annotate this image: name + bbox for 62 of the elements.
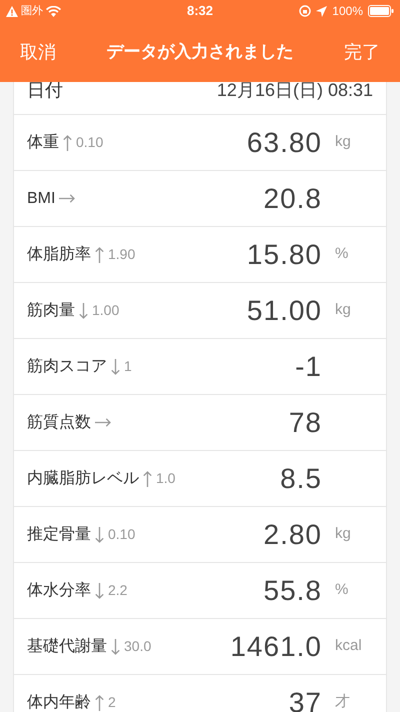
change-value: 30.0 — [124, 637, 152, 656]
wifi-icon — [46, 6, 61, 16]
up-arrow-icon — [143, 470, 152, 486]
metric-label: 内臓脂肪レベル — [27, 468, 139, 488]
down-arrow-icon — [95, 582, 104, 598]
metric-value: 55.8 — [264, 574, 322, 608]
cancel-button[interactable]: 取消 — [20, 38, 56, 66]
clock-text: 8:32 — [186, 2, 214, 20]
metric-label: BMI — [27, 188, 56, 208]
change-value: 0.10 — [108, 525, 136, 544]
down-arrow-icon — [79, 302, 88, 318]
metric-value: 15.80 — [246, 238, 322, 272]
metric-label: 体脂肪率 — [27, 244, 91, 264]
carrier-text: 圏外 — [21, 4, 43, 19]
right-arrow-icon — [95, 418, 111, 427]
battery-percent: 100% — [332, 3, 363, 20]
change-value: 1.90 — [108, 245, 136, 264]
metric-value: 51.00 — [246, 294, 322, 328]
change-value: 1.00 — [92, 301, 120, 320]
change-value: 2.2 — [108, 581, 128, 600]
change-value: 0.10 — [76, 133, 104, 152]
date-label: 日付 — [27, 82, 63, 100]
unit-label: kg — [335, 132, 351, 152]
metric-label: 体重 — [27, 132, 59, 152]
metric-value: 2.80 — [264, 518, 322, 552]
unit-label: kcal — [335, 636, 362, 656]
metric-value: 78 — [288, 406, 322, 440]
warning-icon — [6, 6, 18, 16]
metric-label: 推定骨量 — [27, 524, 91, 544]
metric-label: 体水分率 — [27, 580, 91, 600]
metric-value: 63.80 — [246, 126, 322, 160]
metric-label: 基礎代謝量 — [27, 636, 107, 656]
up-arrow-icon — [95, 694, 104, 710]
metric-value: 37 — [288, 686, 322, 712]
change-value: 1.0 — [156, 469, 176, 488]
date-value: 12月16日(日) 08:31 — [216, 82, 373, 100]
right-arrow-icon — [59, 194, 76, 203]
screen-title: データが入力されました — [106, 41, 294, 64]
metric-label: 体内年齢 — [27, 692, 91, 712]
unit-label: % — [335, 244, 348, 264]
unit-label: kg — [335, 300, 351, 320]
done-button[interactable]: 完了 — [344, 38, 380, 66]
unit-label: kg — [335, 524, 351, 544]
battery-icon — [368, 5, 394, 17]
metric-label: 筋肉量 — [27, 300, 75, 320]
down-arrow-icon — [111, 358, 120, 374]
metric-label: 筋肉スコア — [27, 356, 107, 376]
metric-value: 8.5 — [280, 462, 322, 496]
change-value: 2 — [108, 693, 116, 712]
metric-label: 筋質点数 — [27, 412, 91, 432]
up-arrow-icon — [95, 246, 104, 262]
down-arrow-icon — [111, 638, 120, 654]
unit-label: % — [335, 580, 348, 600]
change-value: 1 — [124, 357, 132, 376]
metric-value: 20.8 — [264, 182, 322, 216]
metric-value: 1461.0 — [230, 630, 322, 664]
up-arrow-icon — [63, 134, 72, 150]
metric-value: -1 — [295, 350, 322, 384]
down-arrow-icon — [95, 526, 104, 542]
unit-label: 才 — [335, 692, 350, 712]
location-icon — [316, 6, 328, 16]
rotation-lock-icon — [299, 5, 312, 17]
